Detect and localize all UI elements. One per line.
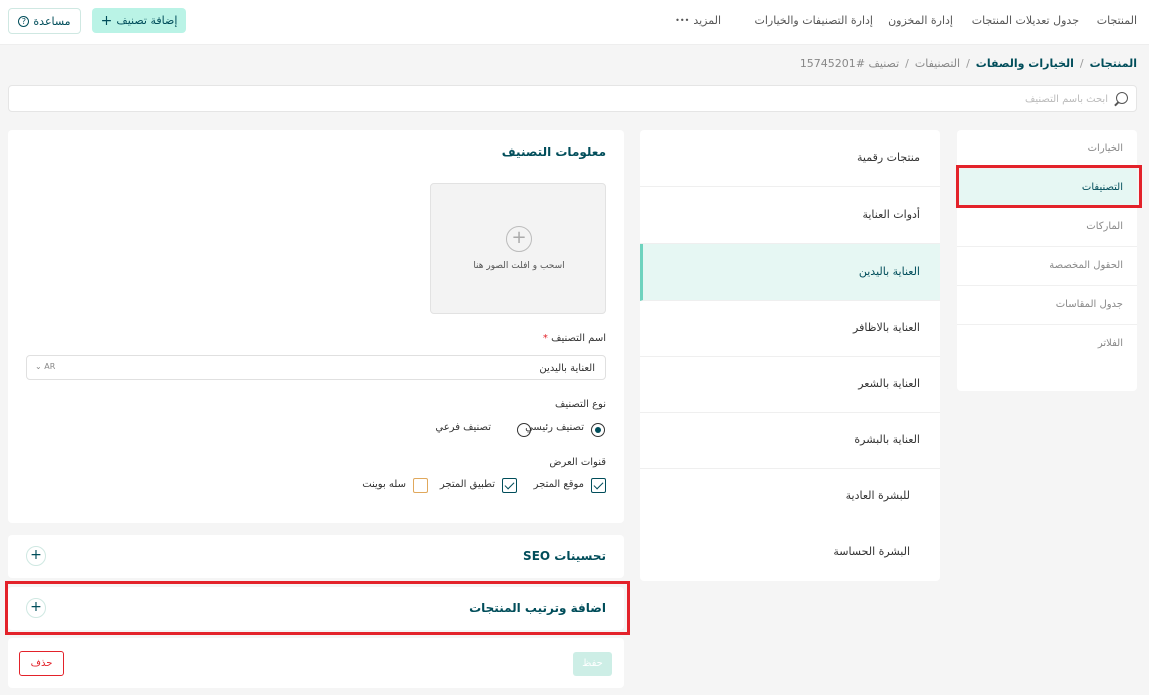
breadcrumb-options-attributes[interactable]: الخيارات والصفات: [976, 57, 1074, 70]
nav-product-edits-log[interactable]: جدول تعديلات المنتجات: [972, 14, 1079, 27]
category-item-active[interactable]: العناية باليدين: [640, 244, 940, 301]
more-dots-icon: •••: [675, 16, 690, 25]
nav-more-label: المزيد: [693, 14, 721, 27]
nav-more[interactable]: المزيد •••: [675, 14, 721, 28]
plus-circle-icon: +: [506, 226, 532, 252]
breadcrumb-categories[interactable]: التصنيفات: [915, 57, 960, 70]
checkbox-salla-point[interactable]: [413, 478, 428, 493]
search-icon: [1116, 92, 1128, 104]
main-category-label: تصنيف رئيسي: [525, 422, 584, 433]
breadcrumb-products[interactable]: المنتجات: [1090, 57, 1137, 70]
chevron-down-icon: ⌄: [35, 362, 42, 371]
side-item-filters[interactable]: الفلاتر: [957, 325, 1137, 364]
category-item[interactable]: منتجات رقمية: [640, 130, 940, 187]
highlight-box: [5, 581, 630, 635]
save-button[interactable]: حفظ: [573, 652, 612, 676]
category-item[interactable]: العناية بالبشرة: [640, 412, 940, 469]
plus-icon: +: [100, 12, 113, 29]
category-item[interactable]: العناية بالاظافر: [640, 300, 940, 357]
checkbox-store-app[interactable]: [502, 478, 517, 493]
seo-accordion[interactable]: تحسينات SEO +: [8, 535, 624, 578]
add-category-label: إضافة تصنيف: [116, 14, 178, 27]
expand-plus-icon[interactable]: +: [26, 546, 46, 566]
image-dropzone[interactable]: + اسحب و افلت الصور هنا: [430, 183, 606, 314]
category-list: منتجات رقمية أدوات العناية العناية باليد…: [640, 130, 940, 581]
search-bar: [8, 85, 1137, 112]
radio-main-category[interactable]: [591, 423, 605, 437]
help-icon: ?: [18, 15, 30, 27]
language-code: AR: [44, 362, 56, 371]
name-label: اسم التصنيف *: [543, 333, 606, 344]
salla-point-label: سله بوينت: [362, 479, 406, 490]
name-label-text: اسم التصنيف: [551, 333, 606, 344]
category-item-child[interactable]: للبشرة العادية: [640, 468, 940, 525]
category-item[interactable]: العناية بالشعر: [640, 356, 940, 413]
search-input[interactable]: [28, 91, 1108, 107]
delete-button[interactable]: حذف: [19, 651, 64, 676]
nav-inventory[interactable]: إدارة المخزون: [888, 14, 953, 27]
radio-sub-category[interactable]: [517, 423, 532, 437]
dropzone-text: اسحب و افلت الصور هنا: [473, 261, 565, 271]
channels-label: قنوات العرض: [549, 457, 606, 468]
help-label: مساعدة: [33, 14, 71, 28]
action-bar: حفظ حذف: [8, 638, 624, 688]
side-item-brands[interactable]: الماركات: [957, 208, 1137, 247]
breadcrumb-separator: /: [905, 57, 909, 70]
top-bar: المنتجات جدول تعديلات المنتجات إدارة الم…: [0, 0, 1149, 45]
breadcrumb-separator: /: [1079, 57, 1084, 70]
breadcrumb-separator: /: [966, 57, 970, 70]
category-info-card: معلومات التصنيف + اسحب و افلت الصور هنا …: [8, 130, 624, 523]
required-mark: *: [542, 333, 548, 344]
side-item-options[interactable]: الخيارات: [957, 130, 1137, 169]
card-title: معلومات التصنيف: [501, 145, 606, 159]
category-item[interactable]: أدوات العناية: [640, 187, 940, 244]
help-button[interactable]: ? مساعدة: [8, 8, 81, 34]
store-app-label: تطبيق المتجر: [439, 479, 495, 490]
store-website-label: موقع المتجر: [533, 479, 584, 490]
name-field: ⌄ AR: [26, 355, 606, 380]
side-item-size-chart[interactable]: جدول المقاسات: [957, 286, 1137, 325]
type-label: نوع التصنيف: [555, 399, 606, 410]
breadcrumb-current: تصنيف #15745201: [799, 57, 900, 70]
nav-products[interactable]: المنتجات: [1097, 14, 1137, 27]
side-item-custom-fields[interactable]: الحقول المخصصة: [957, 247, 1137, 286]
add-category-button[interactable]: + إضافة تصنيف: [92, 8, 186, 33]
category-name-input[interactable]: [115, 361, 595, 375]
checkbox-store-website[interactable]: [591, 478, 606, 493]
breadcrumb: المنتجات / الخيارات والصفات / التصنيفات …: [800, 57, 1137, 70]
sub-category-label: تصنيف فرعي: [435, 422, 491, 433]
nav-categories-options[interactable]: إدارة التصنيفات والخيارات: [755, 14, 873, 27]
language-select[interactable]: ⌄ AR: [35, 362, 55, 371]
seo-title: تحسينات SEO: [523, 549, 606, 563]
highlight-box: [956, 165, 1142, 208]
category-item-child[interactable]: البشرة الحساسة: [640, 524, 940, 581]
